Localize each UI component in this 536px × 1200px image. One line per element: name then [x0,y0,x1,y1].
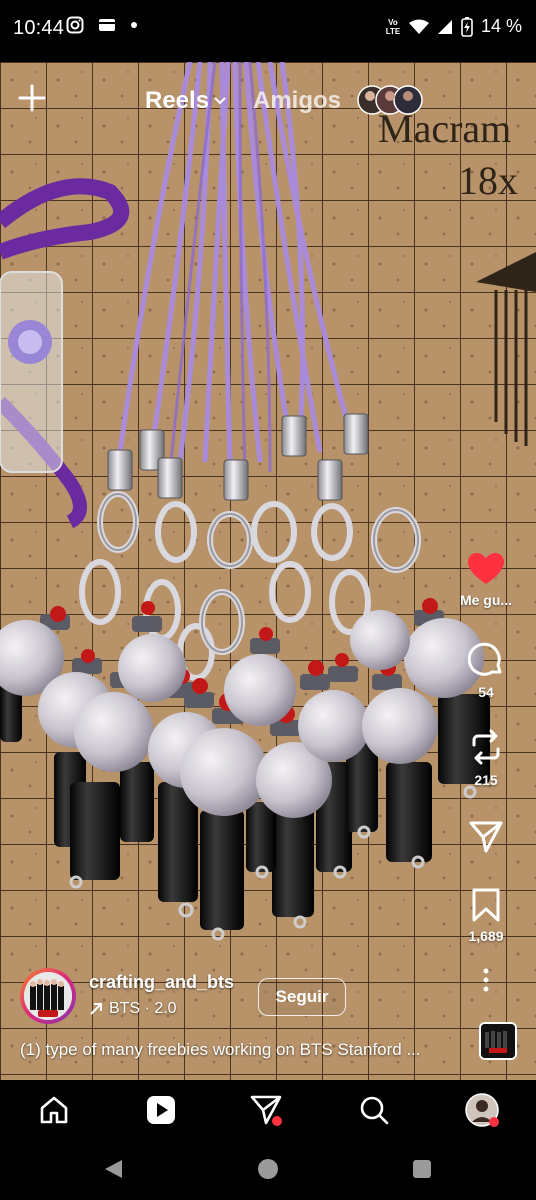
comment-action[interactable]: 54 [436,642,536,700]
reels-header: Reels Amigos [0,62,536,138]
volte-label: Vo LTE [385,17,401,36]
send-icon[interactable] [249,1093,283,1127]
repost-action[interactable]: 215 [436,728,536,788]
audio-thumbnail[interactable] [479,1022,517,1060]
home-icon[interactable] [38,1094,70,1126]
home-circle-icon[interactable] [257,1158,279,1180]
chevron-down-icon [214,97,226,105]
arrow-up-right-icon [90,1003,102,1015]
back-icon[interactable] [102,1158,124,1180]
repost-count: 215 [474,772,498,788]
post-caption[interactable]: (1) type of many freebies working on BTS… [20,1040,470,1060]
board-text-2: 18x [458,158,518,203]
system-navigation-bar [0,1138,536,1200]
bookmark-icon[interactable] [471,888,501,922]
signal-icon [437,19,452,34]
nav-reels[interactable] [143,1092,179,1128]
reels-icon[interactable] [145,1094,177,1126]
author-avatar-image [24,972,72,1020]
like-action[interactable]: Me gu... [436,552,536,608]
save-count: 1,689 [468,928,504,944]
nav-profile[interactable] [464,1092,500,1128]
tab-reels[interactable]: Reels [145,87,227,115]
search-icon[interactable] [358,1094,390,1126]
dot-icon [131,22,137,28]
audio-label: BTS · 2.0 [109,1000,177,1017]
post-author: crafting_and_bts BTS · 2.0 Seguir [20,966,480,1026]
share-action[interactable] [436,820,536,854]
save-action[interactable]: 1,689 [436,888,536,944]
bottom-navigation [0,1080,536,1138]
author-avatar[interactable] [20,968,76,1024]
audio-info[interactable]: BTS · 2.0 [89,1000,177,1018]
wifi-icon [408,19,429,34]
comment-icon[interactable] [468,642,504,678]
battery-icon [461,16,473,37]
author-username[interactable]: crafting_and_bts [89,972,234,993]
tab-friends[interactable]: Amigos [253,87,341,115]
more-vertical-icon[interactable] [482,968,490,992]
repost-icon[interactable] [468,728,504,766]
status-bar: 10:44 Vo LTE 14 % [0,0,536,62]
plus-icon[interactable] [16,82,48,114]
friend-avatars[interactable] [356,84,426,116]
nav-home[interactable] [36,1092,72,1128]
status-time: 10:44 [13,17,65,39]
status-system-icons: Vo LTE 14 % [385,16,522,37]
recents-icon[interactable] [412,1159,432,1179]
battery-level: 14 % [480,16,522,36]
audio-thumbnail-image [481,1024,515,1058]
follow-button[interactable]: Seguir [258,978,346,1016]
send-icon[interactable] [469,820,503,854]
nav-share[interactable] [248,1092,284,1128]
instagram-icon [66,16,84,34]
like-label: Me gu... [459,592,513,608]
tab-reels-label: Reels [145,87,210,114]
wallet-icon [99,19,115,31]
profile-avatar[interactable] [464,1092,500,1128]
nav-search[interactable] [356,1092,392,1128]
heart-icon[interactable] [467,552,505,586]
comment-count: 54 [478,684,494,700]
status-notification-icons [66,16,138,34]
